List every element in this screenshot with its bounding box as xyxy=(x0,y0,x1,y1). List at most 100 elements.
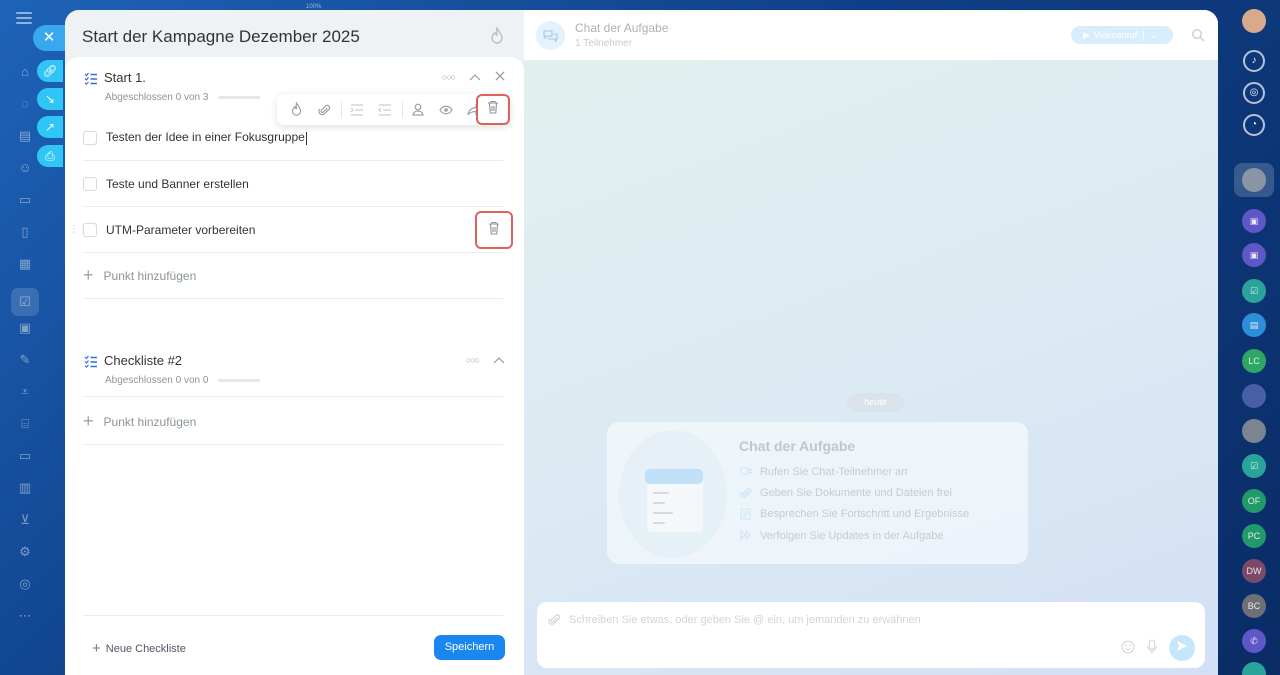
divider xyxy=(83,396,503,397)
checklist-tools: ○○○ xyxy=(466,353,505,367)
chevron-up-icon[interactable] xyxy=(469,70,481,84)
contact-avatar-bc[interactable]: BC xyxy=(1242,594,1266,618)
add-item-button[interactable]: + Punkt hinzufügen xyxy=(83,253,503,299)
send-button[interactable] xyxy=(1169,635,1195,661)
plus-icon: + xyxy=(92,640,101,657)
crm-icon[interactable]: ▭ xyxy=(17,192,33,208)
checklist-header[interactable]: Checkliste #2 xyxy=(84,353,182,368)
tasks-chat-avatar[interactable]: ☑ xyxy=(1242,279,1266,303)
contact-avatar[interactable] xyxy=(1242,662,1266,675)
welcome-feature: Rufen Sie Chat-Teilnehmer an xyxy=(740,466,907,478)
user-avatar[interactable] xyxy=(1242,9,1266,33)
close-icon[interactable] xyxy=(495,70,505,84)
documents-icon[interactable]: ▯ xyxy=(17,224,33,240)
item-checkbox[interactable] xyxy=(83,130,97,145)
welcome-card: Chat der Aufgabe Rufen Sie Chat-Teilnehm… xyxy=(607,422,1028,564)
menu-icon[interactable] xyxy=(16,12,32,24)
document-illustration xyxy=(645,469,703,532)
message-input[interactable]: Schreiben Sie etwas, oder geben Sie @ ei… xyxy=(569,614,921,626)
trash-icon xyxy=(488,221,500,240)
item-text[interactable]: Teste und Banner erstellen xyxy=(106,177,249,191)
video-call-button[interactable]: ▶ Videoanruf ⌄ xyxy=(1071,26,1173,44)
sign-icon[interactable]: ✎ xyxy=(17,352,33,368)
cart-icon[interactable]: ⊻ xyxy=(17,512,33,528)
checklist-item[interactable]: Teste und Banner erstellen xyxy=(83,161,503,207)
group-avatar[interactable]: ▣ xyxy=(1242,243,1266,267)
contact-avatar[interactable] xyxy=(1242,419,1266,443)
minimize-button[interactable]: ↘ xyxy=(37,88,63,110)
checklist-tools: ○○○ xyxy=(442,70,505,84)
globe-icon[interactable]: ◎ xyxy=(17,576,33,592)
tasks-icon[interactable]: ▤ xyxy=(17,128,33,144)
checklist-progress: Abgeschlossen 0 von 0 xyxy=(105,375,261,386)
analytics-icon[interactable]: ▥ xyxy=(17,480,33,496)
tasks-chat-avatar[interactable]: ☑ xyxy=(1242,454,1266,478)
flame-icon[interactable] xyxy=(489,26,505,45)
chat-title[interactable]: Chat der Aufgabe xyxy=(575,21,668,35)
save-button[interactable]: Speichern xyxy=(434,635,505,660)
text-cursor xyxy=(305,131,307,145)
settings-icon[interactable]: ⚙ xyxy=(17,544,33,560)
feed-icon[interactable]: ◌ xyxy=(17,96,33,112)
checklist-item[interactable]: UTM-Parameter vorbereiten xyxy=(83,207,503,253)
chat-avatar[interactable]: ▤ xyxy=(1242,313,1266,337)
more-icon[interactable]: ○○○ xyxy=(466,355,480,365)
store-icon[interactable]: ⌸ xyxy=(17,416,33,432)
copilot-icon[interactable]: ◎ xyxy=(1243,82,1265,104)
contacts-icon[interactable]: ☺ xyxy=(17,160,33,176)
print-button[interactable]: ⎙ xyxy=(37,145,63,167)
chevron-down-icon[interactable]: ⌄ xyxy=(1143,29,1157,41)
inbox-icon[interactable]: ▭ xyxy=(17,448,33,464)
external-link-icon: ↗ xyxy=(44,120,56,134)
contact-avatar[interactable] xyxy=(1242,384,1266,408)
checklist-header[interactable]: Start 1. xyxy=(84,70,146,85)
item-delete-button-highlighted[interactable] xyxy=(475,211,513,249)
item-text[interactable]: UTM-Parameter vorbereiten xyxy=(106,223,255,237)
welcome-title: Chat der Aufgabe xyxy=(739,438,856,454)
contact-avatar-dw[interactable]: DW xyxy=(1242,559,1266,583)
checklist-title[interactable]: Start 1. xyxy=(104,70,146,85)
progress-text: Abgeschlossen 0 von 3 xyxy=(105,92,209,103)
phone-icon[interactable]: ✆ xyxy=(1242,629,1266,653)
item-checkbox[interactable] xyxy=(83,222,97,237)
group-avatar[interactable]: ▣ xyxy=(1242,209,1266,233)
feature-text: Geben Sie Dokumente und Dateien frei xyxy=(760,487,953,499)
chat-icon[interactable]: ◔ xyxy=(1243,114,1265,136)
chat-participants[interactable]: 1 Teilnehmer xyxy=(575,38,632,49)
message-composer[interactable]: Schreiben Sie etwas, oder geben Sie @ ei… xyxy=(537,602,1205,668)
welcome-feature: Verfolgen Sie Updates in der Aufgabe xyxy=(740,529,943,542)
send-icon xyxy=(1176,639,1188,657)
more-icon[interactable]: ⋯ xyxy=(17,608,33,624)
copy-link-button[interactable]: 🔗︎ xyxy=(37,60,63,82)
open-new-window-button[interactable]: ↗ xyxy=(37,116,63,138)
feature-text: Rufen Sie Chat-Teilnehmer an xyxy=(760,466,908,478)
contact-avatar-of[interactable]: OF xyxy=(1242,489,1266,513)
contact-avatar-lc[interactable]: LC xyxy=(1242,349,1266,373)
calendar-icon[interactable]: ▣ xyxy=(17,320,33,336)
item-text[interactable]: Testen der Idee in einer Fokusgruppe xyxy=(106,130,307,145)
search-icon[interactable] xyxy=(1191,28,1205,42)
plus-icon: + xyxy=(83,411,94,431)
new-checklist-button[interactable]: + Neue Checkliste xyxy=(92,640,186,657)
messages-icon[interactable]: ▦ xyxy=(17,256,33,272)
forward-icon xyxy=(740,529,752,542)
emoji-icon[interactable] xyxy=(1121,640,1135,654)
plus-icon: + xyxy=(83,265,94,285)
item-checkbox[interactable] xyxy=(83,176,97,191)
notifications-icon[interactable]: ♪ xyxy=(1243,50,1265,72)
home-icon[interactable]: ⌂ xyxy=(17,64,33,80)
paperclip-icon[interactable] xyxy=(548,613,561,626)
close-slider-button[interactable]: ✕ xyxy=(33,25,65,51)
checklist-title[interactable]: Checkliste #2 xyxy=(104,353,182,368)
more-icon[interactable]: ○○○ xyxy=(442,72,456,82)
contact-avatar[interactable] xyxy=(1242,168,1266,192)
contact-avatar-pc[interactable]: PC xyxy=(1242,524,1266,548)
checklist-item[interactable]: Testen der Idee in einer Fokusgruppe xyxy=(83,115,503,161)
camera-icon: ▶ xyxy=(1083,29,1090,40)
microphone-icon[interactable] xyxy=(1146,639,1158,655)
tasks-active-icon[interactable]: ☑ xyxy=(11,288,39,316)
add-item-button[interactable]: + Punkt hinzufügen xyxy=(83,399,503,445)
chevron-up-icon[interactable] xyxy=(493,353,505,367)
filter-icon[interactable]: ⩡ xyxy=(17,384,33,400)
print-icon: ⎙ xyxy=(45,149,55,163)
